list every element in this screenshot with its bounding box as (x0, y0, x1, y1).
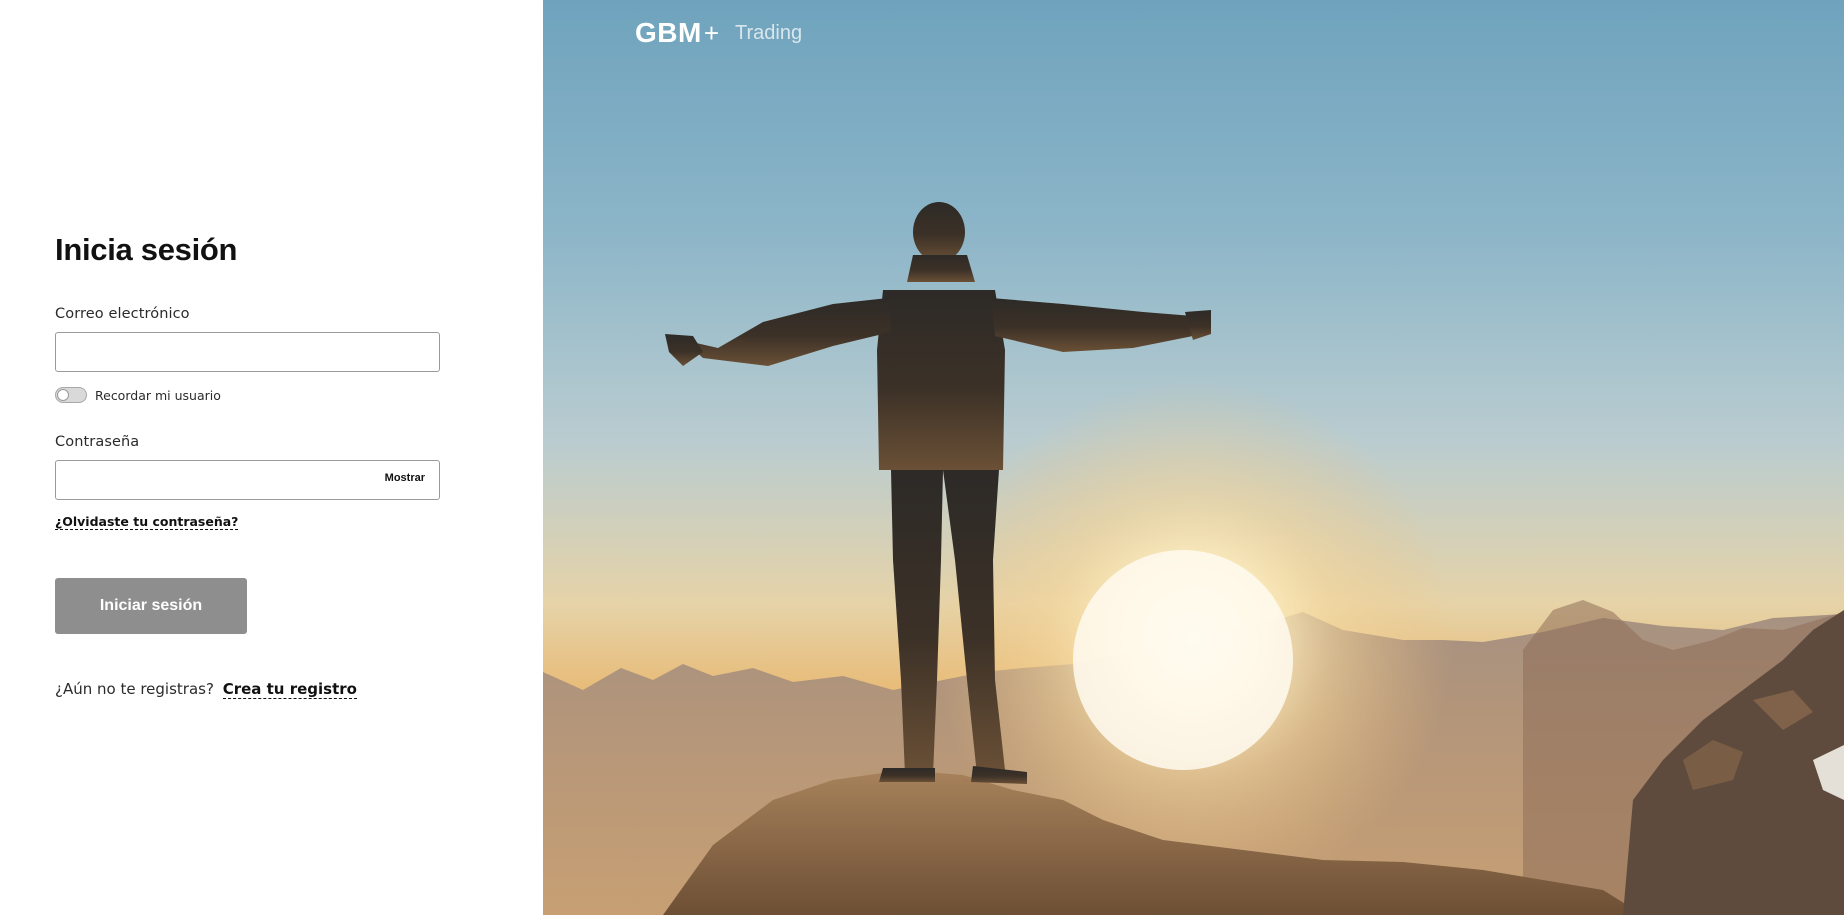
brand: GBM + Trading (635, 17, 803, 48)
remember-label: Recordar mi usuario (95, 387, 221, 403)
gbm-logo: GBM (635, 17, 702, 48)
person-on-mountain-illustration (543, 202, 1844, 915)
password-field-wrapper: Mostrar (55, 460, 440, 500)
login-panel: Inicia sesión Correo electrónico Recorda… (0, 0, 543, 915)
gbm-plus-mark: + (703, 17, 720, 48)
register-prompt: ¿Aún no te registras? (55, 680, 214, 698)
page-title: Inicia sesión (55, 232, 238, 267)
submit-login-button[interactable]: Iniciar sesión (55, 578, 247, 634)
forgot-password-link[interactable]: ¿Olvidaste tu contraseña? (55, 514, 239, 530)
remember-toggle[interactable] (55, 387, 87, 403)
email-input[interactable] (55, 332, 440, 372)
brand-product-name: Trading (735, 21, 803, 44)
login-page: Inicia sesión Correo electrónico Recorda… (0, 0, 1844, 915)
show-password-button[interactable]: Mostrar (385, 472, 425, 484)
toggle-knob (57, 389, 69, 401)
email-label: Correo electrónico (55, 306, 190, 322)
password-input[interactable] (55, 460, 440, 500)
password-label: Contraseña (55, 434, 140, 450)
remember-row: Recordar mi usuario (55, 386, 221, 404)
hero-image: GBM + Trading (543, 0, 1844, 915)
register-link[interactable]: Crea tu registro (222, 680, 357, 699)
register-row: ¿Aún no te registras? Crea tu registro (55, 680, 357, 699)
